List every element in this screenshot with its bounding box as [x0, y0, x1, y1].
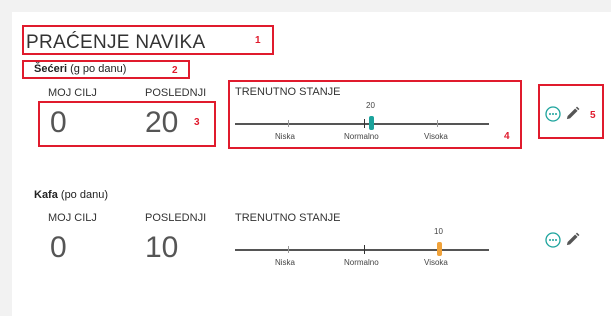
annotation-box-values: [38, 101, 216, 147]
scale-tick-low: [288, 246, 289, 253]
annotation-number: 1: [255, 35, 261, 46]
annotation-box-habit-name: [22, 60, 190, 79]
annotation-number: 3: [194, 117, 200, 128]
goal-label: MOJ CILJ: [48, 212, 97, 224]
scale-label-low: Niska: [275, 258, 296, 267]
status-scale-track: [235, 249, 489, 251]
annotation-box-status: [228, 80, 522, 149]
more-options-icon[interactable]: [545, 232, 561, 253]
last-value: 10: [145, 231, 179, 264]
scale-label-normal: Normalno: [344, 258, 379, 267]
annotation-number: 4: [504, 131, 510, 142]
scale-label-high: Visoka: [424, 258, 448, 267]
status-marker: [437, 242, 442, 256]
goal-label: MOJ CILJ: [48, 87, 97, 99]
last-label: POSLEDNJI: [145, 87, 207, 99]
last-label: POSLEDNJI: [145, 212, 207, 224]
habit-name: Kafa: [34, 189, 58, 201]
annotation-number: 2: [172, 65, 178, 76]
habit-heading-coffee: Kafa (po danu): [34, 189, 108, 201]
edit-icon[interactable]: [565, 232, 580, 252]
status-value: 10: [434, 227, 443, 236]
habit-unit: (po danu): [60, 189, 108, 201]
goal-value: 0: [50, 231, 67, 264]
status-label: TRENUTNO STANJE: [235, 212, 341, 224]
annotation-box-title: [22, 25, 274, 55]
annotation-number: 5: [590, 110, 596, 121]
scale-tick-normal: [364, 245, 365, 254]
habit-tracking-card: [12, 12, 611, 316]
